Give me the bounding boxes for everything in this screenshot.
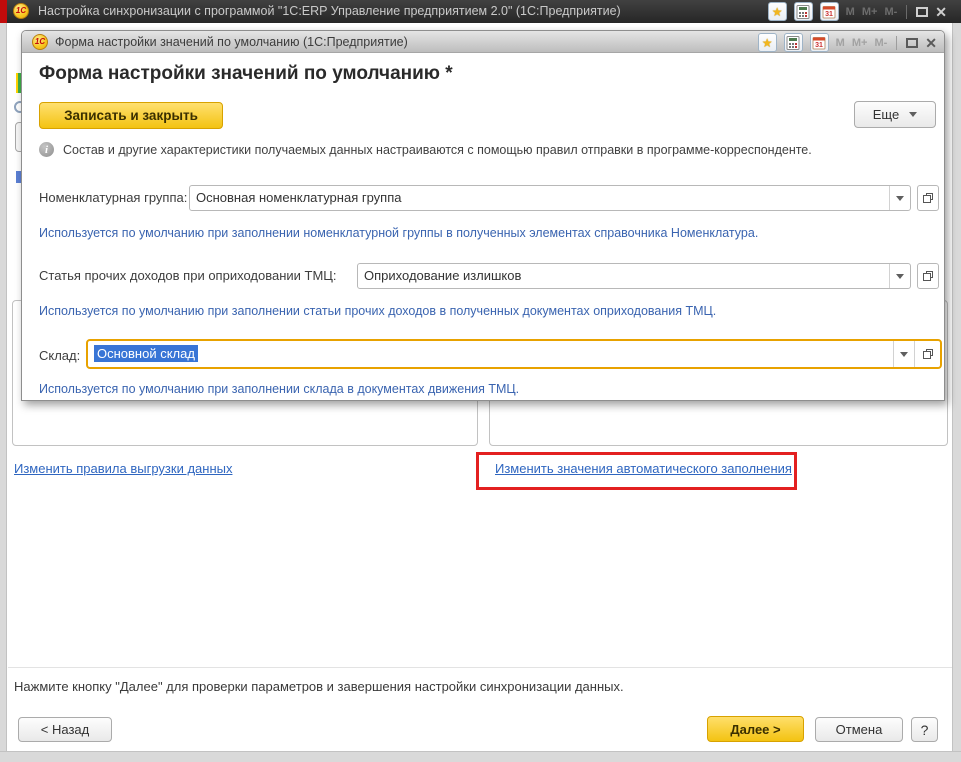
close-button[interactable]: ✕ bbox=[925, 36, 937, 50]
warehouse-hint: Используется по умолчанию при заполнении… bbox=[39, 382, 519, 396]
income-item-input[interactable]: Оприходование излишков bbox=[357, 263, 911, 289]
svg-text:31: 31 bbox=[825, 11, 833, 18]
footer-separator bbox=[8, 667, 952, 668]
selected-text: Основной склад bbox=[94, 345, 198, 362]
maximize-button[interactable] bbox=[916, 7, 928, 17]
titlebar-separator bbox=[896, 36, 897, 50]
window-frame-left bbox=[0, 23, 7, 762]
memory-plus-button[interactable]: M+ bbox=[852, 37, 868, 49]
memory-minus-button[interactable]: M- bbox=[884, 6, 897, 18]
open-icon bbox=[922, 270, 934, 282]
info-text: Состав и другие характеристики получаемы… bbox=[63, 143, 812, 157]
open-icon bbox=[922, 192, 934, 204]
more-button-label: Еще bbox=[873, 107, 899, 122]
nomenclature-group-value[interactable]: Основная номенклатурная группа bbox=[190, 186, 889, 210]
footer-instruction-text: Нажмите кнопку "Далее" для проверки пара… bbox=[14, 679, 624, 694]
chevron-down-icon bbox=[896, 196, 904, 201]
main-window-title: Настройка синхронизации с программой "1С… bbox=[38, 0, 621, 23]
calculator-button[interactable] bbox=[784, 33, 803, 52]
nomenclature-group-label: Номенклатурная группа: bbox=[39, 185, 187, 211]
next-button[interactable]: Далее > bbox=[707, 716, 804, 742]
svg-text:31: 31 bbox=[815, 42, 823, 49]
window-frame-right bbox=[952, 23, 961, 762]
more-button[interactable]: Еще bbox=[854, 101, 936, 128]
calculator-button[interactable] bbox=[794, 2, 813, 21]
star-icon: ★ bbox=[762, 37, 773, 49]
info-icon: i bbox=[39, 142, 54, 157]
calendar-button[interactable]: 31 bbox=[810, 33, 829, 52]
default-values-dialog: 1С Форма настройки значений по умолчанию… bbox=[21, 30, 945, 401]
change-export-rules-link[interactable]: Изменить правила выгрузки данных bbox=[14, 461, 232, 476]
warehouse-dropdown-button[interactable] bbox=[893, 341, 914, 367]
dialog-title: Форма настройки значений по умолчанию (1… bbox=[55, 31, 408, 53]
window-frame-bottom bbox=[0, 751, 961, 762]
1c-logo-icon: 1С bbox=[32, 34, 48, 50]
screen: 1С Настройка синхронизации с программой … bbox=[0, 0, 961, 762]
calendar-button[interactable]: 31 bbox=[820, 2, 839, 21]
chevron-down-icon bbox=[900, 352, 908, 357]
memory-minus-button[interactable]: M- bbox=[874, 37, 887, 49]
favorites-button[interactable]: ★ bbox=[758, 33, 777, 52]
income-item-dropdown-button[interactable] bbox=[889, 264, 910, 288]
nomenclature-group-input[interactable]: Основная номенклатурная группа bbox=[189, 185, 911, 211]
memory-recall-button[interactable]: M bbox=[836, 37, 845, 49]
close-button[interactable]: ✕ bbox=[935, 5, 947, 19]
cancel-button[interactable]: Отмена bbox=[815, 717, 903, 742]
star-icon: ★ bbox=[772, 6, 783, 18]
chevron-down-icon bbox=[896, 274, 904, 279]
nomenclature-group-hint: Используется по умолчанию при заполнении… bbox=[39, 226, 758, 240]
warehouse-open-button[interactable] bbox=[914, 341, 940, 367]
warehouse-input[interactable]: Основной склад bbox=[86, 339, 942, 369]
income-item-open-button[interactable] bbox=[917, 263, 939, 289]
income-item-label: Статья прочих доходов при оприходовании … bbox=[39, 263, 337, 289]
open-icon bbox=[922, 348, 934, 360]
dialog-heading: Форма настройки значений по умолчанию * bbox=[39, 63, 453, 85]
1c-logo-icon: 1С bbox=[13, 3, 29, 19]
calendar-icon: 31 bbox=[812, 36, 826, 50]
back-button[interactable]: < Назад bbox=[18, 717, 112, 742]
warehouse-label: Склад: bbox=[39, 343, 80, 369]
calculator-icon bbox=[796, 5, 810, 19]
maximize-button[interactable] bbox=[906, 38, 918, 48]
save-and-close-button[interactable]: Записать и закрыть bbox=[39, 102, 223, 129]
memory-plus-button[interactable]: M+ bbox=[862, 6, 878, 18]
calendar-icon: 31 bbox=[822, 5, 836, 19]
chevron-down-icon bbox=[909, 112, 917, 117]
titlebar-red-strip bbox=[0, 0, 7, 23]
change-autofill-values-link[interactable]: Изменить значения автоматического заполн… bbox=[495, 461, 792, 476]
warehouse-value[interactable]: Основной склад bbox=[88, 341, 893, 367]
main-window-titlebar: 1С Настройка синхронизации с программой … bbox=[0, 0, 961, 23]
help-button[interactable]: ? bbox=[911, 717, 938, 742]
dialog-titlebar: 1С Форма настройки значений по умолчанию… bbox=[22, 31, 944, 53]
calculator-icon bbox=[786, 36, 800, 50]
income-item-value[interactable]: Оприходование излишков bbox=[358, 264, 889, 288]
nomenclature-group-dropdown-button[interactable] bbox=[889, 186, 910, 210]
titlebar-separator bbox=[906, 5, 907, 19]
info-row: i Состав и другие характеристики получае… bbox=[39, 142, 812, 157]
income-item-hint: Используется по умолчанию при заполнении… bbox=[39, 304, 716, 318]
favorites-button[interactable]: ★ bbox=[768, 2, 787, 21]
nomenclature-group-open-button[interactable] bbox=[917, 185, 939, 211]
memory-recall-button[interactable]: M bbox=[846, 6, 855, 18]
